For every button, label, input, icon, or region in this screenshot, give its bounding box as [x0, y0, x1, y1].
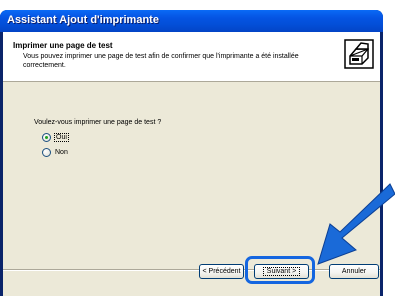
back-button[interactable]: < Précédent: [199, 264, 244, 279]
header-title: Imprimer une page de test: [13, 41, 113, 50]
radio-option-non[interactable]: Non: [42, 146, 68, 158]
window-title: Assistant Ajout d'imprimante: [7, 14, 159, 26]
radio-label-non[interactable]: Non: [55, 149, 68, 156]
printer-icon: [344, 39, 374, 69]
radio-option-oui[interactable]: Oui: [42, 131, 69, 143]
radio-button-oui[interactable]: [42, 132, 51, 142]
header-description: Vous pouvez imprimer une page de test af…: [23, 53, 299, 69]
arrow-pointer-icon: [317, 183, 395, 265]
question-text: Voulez-vous imprimer une page de test ?: [34, 119, 162, 126]
radio-button-non[interactable]: [42, 147, 51, 157]
back-button-label: < Précédent: [202, 268, 241, 275]
title-bar[interactable]: Assistant Ajout d'imprimante: [0, 10, 383, 32]
wizard-header: Imprimer une page de test Vous pouvez im…: [3, 32, 380, 82]
radio-label-oui[interactable]: Oui: [54, 132, 69, 142]
